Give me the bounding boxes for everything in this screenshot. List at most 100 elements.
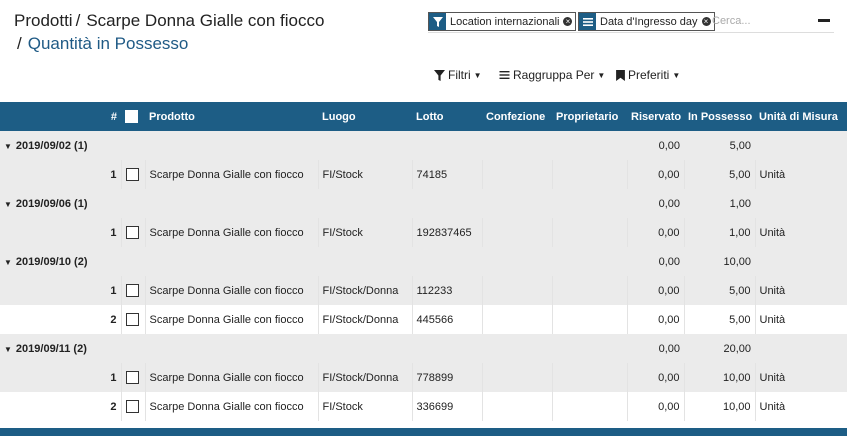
cell-lot[interactable]: 778899	[411, 363, 482, 392]
cell-uom[interactable]: Unità	[754, 392, 847, 421]
cell-owner[interactable]	[551, 392, 627, 421]
cell-owner[interactable]	[551, 276, 627, 305]
cell-product[interactable]: Scarpe Donna Gialle con fiocco	[144, 276, 318, 305]
cell-product[interactable]: Scarpe Donna Gialle con fiocco	[144, 160, 318, 189]
cell-lot[interactable]: 445566	[411, 305, 482, 334]
row-checkbox[interactable]	[125, 313, 139, 326]
table-row[interactable]: 1 Scarpe Donna Gialle con fiocco FI/Stock/…	[0, 276, 847, 305]
cell-package[interactable]	[481, 276, 552, 305]
group-header[interactable]: ▼ 2019/09/06 (1)	[0, 189, 627, 218]
cell-owner[interactable]	[551, 218, 627, 247]
col-header-on-hand[interactable]: In Possesso	[684, 102, 755, 131]
col-header-product[interactable]: Prodotto	[145, 102, 318, 131]
cell-owner[interactable]	[551, 305, 627, 334]
row-select-cell[interactable]	[120, 218, 145, 247]
group-header[interactable]: ▼ 2019/09/10 (2)	[0, 247, 627, 276]
cell-uom[interactable]: Unità	[754, 160, 847, 189]
cell-product[interactable]: Scarpe Donna Gialle con fiocco	[144, 363, 318, 392]
remove-facet-icon[interactable]: ×	[563, 17, 573, 26]
group-reserved: 0,00	[627, 247, 684, 276]
col-header-select-all[interactable]	[121, 102, 145, 131]
cell-location[interactable]: FI/Stock	[317, 218, 412, 247]
row-select-cell[interactable]	[120, 392, 145, 421]
favorites-button[interactable]: Preferiti ▼	[616, 68, 680, 82]
cell-reserved[interactable]: 0,00	[626, 276, 684, 305]
select-all-checkbox[interactable]	[125, 110, 138, 123]
breadcrumb-item-product[interactable]: Scarpe Donna Gialle con fiocco	[86, 11, 324, 30]
row-select-cell[interactable]	[120, 160, 145, 189]
caret-down-icon: ▼	[672, 70, 681, 80]
cell-on-hand[interactable]: 5,00	[683, 276, 755, 305]
cell-location[interactable]: FI/Stock	[317, 392, 412, 421]
cell-on-hand[interactable]: 5,00	[683, 305, 755, 334]
col-header-uom[interactable]: Unità di Misura	[755, 102, 847, 131]
cell-lot[interactable]: 74185	[411, 160, 482, 189]
cell-product[interactable]: Scarpe Donna Gialle con fiocco	[144, 218, 318, 247]
filters-button[interactable]: Filtri ▼	[434, 68, 482, 82]
row-checkbox[interactable]	[125, 400, 139, 413]
cell-location[interactable]: FI/Stock/Donna	[317, 305, 412, 334]
cell-uom[interactable]: Unità	[754, 276, 847, 305]
search-input[interactable]	[712, 12, 812, 29]
group-row[interactable]: ▼ 2019/09/02 (1) 0,00 5,00	[0, 131, 847, 160]
cell-reserved[interactable]: 0,00	[626, 392, 684, 421]
group-by-button[interactable]: Raggruppa Per ▼	[499, 68, 605, 82]
minimize-icon[interactable]	[818, 19, 830, 22]
row-number: 1	[0, 218, 121, 247]
cell-reserved[interactable]: 0,00	[626, 363, 684, 392]
row-checkbox[interactable]	[125, 284, 139, 297]
search-facet-filter[interactable]: Location internazionali ×	[428, 12, 577, 31]
cell-uom[interactable]: Unità	[754, 218, 847, 247]
col-header-reserved[interactable]: Riservato	[627, 102, 684, 131]
col-header-lot[interactable]: Lotto	[412, 102, 482, 131]
cell-on-hand[interactable]: 10,00	[683, 392, 755, 421]
group-label: 2019/09/11 (2)	[15, 342, 87, 355]
cell-package[interactable]	[481, 305, 552, 334]
group-row[interactable]: ▼ 2019/09/10 (2) 0,00 10,00	[0, 247, 847, 276]
cell-owner[interactable]	[551, 363, 627, 392]
row-select-cell[interactable]	[120, 363, 145, 392]
row-number: 2	[0, 392, 121, 421]
cell-location[interactable]: FI/Stock	[317, 160, 412, 189]
group-row[interactable]: ▼ 2019/09/11 (2) 0,00 20,00	[0, 334, 847, 363]
col-header-location[interactable]: Luogo	[318, 102, 412, 131]
table-row[interactable]: 1 Scarpe Donna Gialle con fiocco FI/Stock 1…	[0, 218, 847, 247]
remove-facet-icon[interactable]: ×	[701, 17, 711, 26]
cell-package[interactable]	[481, 363, 552, 392]
cell-package[interactable]	[481, 218, 552, 247]
cell-lot[interactable]: 112233	[411, 276, 482, 305]
group-row[interactable]: ▼ 2019/09/06 (1) 0,00 1,00	[0, 189, 847, 218]
cell-lot[interactable]: 336699	[411, 392, 482, 421]
row-checkbox[interactable]	[125, 371, 139, 384]
cell-package[interactable]	[481, 160, 552, 189]
col-header-owner[interactable]: Proprietario	[552, 102, 627, 131]
search-facet-groupby[interactable]: Data d'Ingresso day ×	[578, 12, 715, 31]
row-select-cell[interactable]	[120, 276, 145, 305]
col-header-package[interactable]: Confezione	[482, 102, 552, 131]
row-select-cell[interactable]	[120, 305, 145, 334]
cell-reserved[interactable]: 0,00	[626, 160, 684, 189]
table-row[interactable]: 2 Scarpe Donna Gialle con fiocco FI/Stock 3…	[0, 392, 847, 421]
group-header[interactable]: ▼ 2019/09/02 (1)	[0, 131, 627, 160]
cell-reserved[interactable]: 0,00	[626, 305, 684, 334]
cell-product[interactable]: Scarpe Donna Gialle con fiocco	[144, 305, 318, 334]
cell-owner[interactable]	[551, 160, 627, 189]
table-row[interactable]: 2 Scarpe Donna Gialle con fiocco FI/Stock/…	[0, 305, 847, 334]
cell-location[interactable]: FI/Stock/Donna	[317, 276, 412, 305]
breadcrumb-item-products[interactable]: Prodotti	[14, 11, 73, 30]
cell-on-hand[interactable]: 1,00	[683, 218, 755, 247]
group-header[interactable]: ▼ 2019/09/11 (2)	[0, 334, 627, 363]
row-checkbox[interactable]	[125, 168, 139, 181]
cell-on-hand[interactable]: 10,00	[683, 363, 755, 392]
row-checkbox[interactable]	[125, 226, 139, 239]
cell-uom[interactable]: Unità	[754, 305, 847, 334]
cell-uom[interactable]: Unità	[754, 363, 847, 392]
table-row[interactable]: 1 Scarpe Donna Gialle con fiocco FI/Stock 7…	[0, 160, 847, 189]
cell-location[interactable]: FI/Stock/Donna	[317, 363, 412, 392]
cell-product[interactable]: Scarpe Donna Gialle con fiocco	[144, 392, 318, 421]
cell-reserved[interactable]: 0,00	[626, 218, 684, 247]
cell-on-hand[interactable]: 5,00	[683, 160, 755, 189]
cell-package[interactable]	[481, 392, 552, 421]
table-row[interactable]: 1 Scarpe Donna Gialle con fiocco FI/Stock/…	[0, 363, 847, 392]
cell-lot[interactable]: 192837465	[411, 218, 482, 247]
